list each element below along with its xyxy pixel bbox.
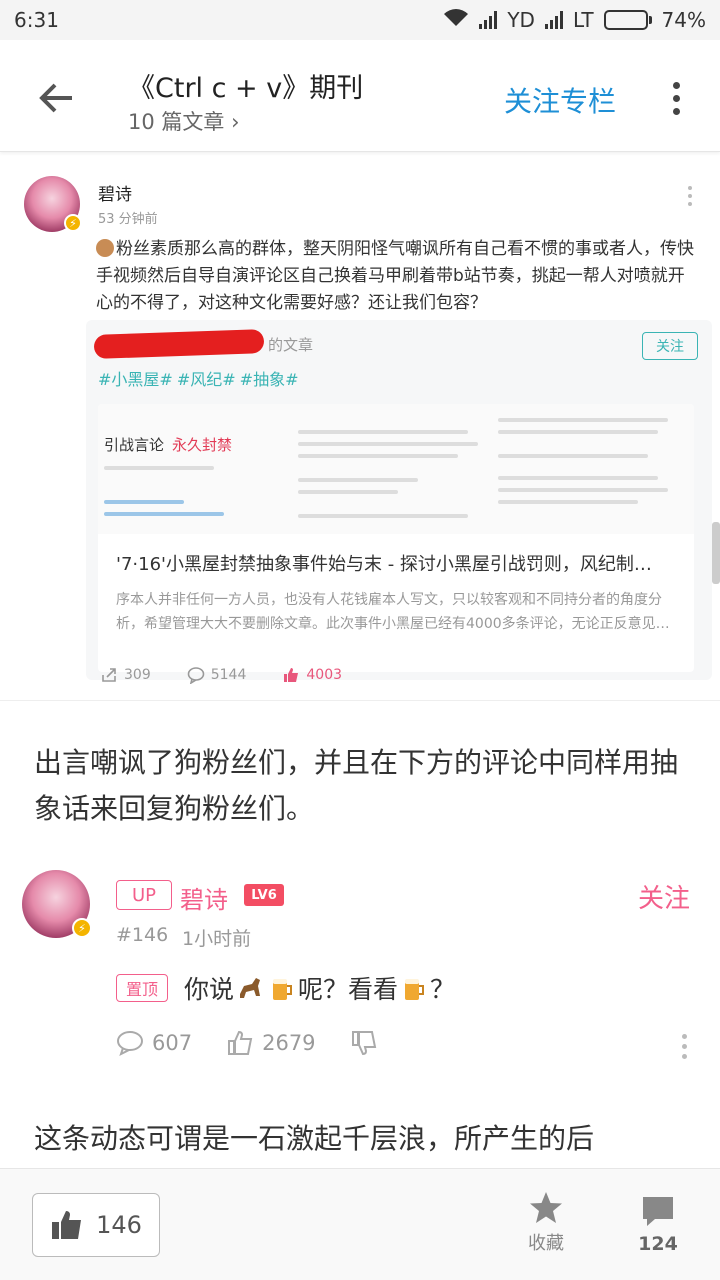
doge-emoji-icon	[96, 239, 114, 257]
verified-icon: ⚡	[72, 918, 92, 938]
card-article-desc: 序本人并非任何一方人员，也没有人花钱雇本人写文，只以较客观和不同持分者的角度分析…	[116, 592, 670, 632]
comment-avatar[interactable]: ⚡	[22, 870, 92, 938]
signal-icon	[479, 11, 498, 29]
card-article-title: '7·16'小黑屋封禁抽象事件始与末 - 探讨小黑屋引战罚则，风纪制…	[116, 554, 652, 575]
level-badge: LV6	[244, 884, 284, 906]
article-count: 10 篇文章	[128, 110, 225, 134]
signal-icon-2	[544, 11, 563, 29]
wifi-icon	[443, 8, 469, 33]
reply-count: 607	[152, 1031, 193, 1055]
battery-percent: 74%	[661, 8, 706, 32]
favorite-label: 收藏	[528, 1233, 564, 1254]
comment-like-action[interactable]: 2679	[226, 1030, 316, 1056]
comment-text-part: ？	[430, 975, 456, 1004]
article-thumbnail: 引战言论 永久封禁	[98, 404, 694, 534]
post-stats: 309 5144 4003	[100, 666, 378, 684]
divider	[0, 700, 720, 701]
thumbs-down-icon	[351, 1031, 376, 1056]
beer-emoji-icon	[405, 979, 425, 1000]
up-tag: UP	[116, 880, 172, 910]
thumbs-up-icon	[228, 1030, 253, 1055]
share-count: 309	[124, 667, 151, 683]
comment-icon	[643, 1197, 673, 1226]
comment-text-part: 你说	[184, 975, 235, 1004]
verified-icon: ⚡	[64, 214, 82, 232]
tag[interactable]: #风纪#	[177, 370, 236, 389]
app-header: 《Ctrl c + v》期刊 10 篇文章 › 关注专栏	[0, 40, 720, 152]
comment-icon	[187, 667, 205, 684]
card-tags: #小黑屋# #风纪# #抽象#	[98, 366, 302, 390]
column-title: 《Ctrl c + v》期刊	[128, 73, 364, 104]
carrier-1: YD	[507, 8, 535, 32]
tag[interactable]: #抽象#	[240, 370, 299, 389]
article-paragraph-2: 这条动态可谓是一石激起千层浪，所产生的后	[34, 1122, 595, 1155]
comments-count: 124	[638, 1233, 678, 1255]
chevron-right-icon: ›	[231, 110, 240, 134]
comment-dislike-action[interactable]	[350, 1030, 378, 1056]
carrier-2: LT	[572, 8, 594, 32]
comment-author[interactable]: 碧诗	[180, 880, 228, 915]
horse-emoji-icon	[240, 978, 261, 998]
pinned-tag: 置顶	[116, 974, 168, 1002]
post-more-icon[interactable]	[688, 186, 692, 206]
scrollbar[interactable]	[712, 522, 720, 584]
comment-follow-button[interactable]: 关注	[638, 878, 690, 915]
beer-emoji-icon	[273, 979, 293, 1000]
reply-icon	[117, 1031, 143, 1056]
post-time: 53 分钟前	[98, 212, 158, 227]
comment-actions: 607 2679	[116, 1030, 412, 1056]
back-arrow-icon[interactable]	[34, 76, 78, 120]
battery-icon	[603, 10, 652, 30]
redacted-author-blot	[93, 329, 265, 359]
article-card[interactable]: 的文章 关注 #小黑屋# #风纪# #抽象# 引战言论 永久封禁 '7·16'小…	[86, 320, 712, 680]
card-follow-button[interactable]: 关注	[642, 332, 698, 360]
like-count: 4003	[306, 667, 343, 683]
reply-action[interactable]: 607	[116, 1030, 192, 1056]
comment-more-icon[interactable]	[682, 1034, 687, 1059]
thumbnail-badge: 永久封禁	[172, 436, 233, 454]
comment-time: 1小时前	[182, 928, 252, 950]
article-count-link[interactable]: 10 篇文章 ›	[128, 106, 240, 136]
comment-text-part: 呢？看看	[298, 975, 399, 1004]
share-stat[interactable]: 309	[100, 666, 151, 684]
article-paragraph-1: 出言嘲讽了狗粉丝们，并且在下方的评论中同样用抽象话来回复狗粉丝们。	[34, 746, 679, 825]
thumbnail-title: 引战言论	[104, 436, 165, 454]
like-button[interactable]: 146	[32, 1193, 160, 1257]
article-like-count: 146	[96, 1211, 142, 1239]
comment-floor: #146	[116, 924, 169, 946]
star-icon	[530, 1192, 562, 1223]
thumbs-up-icon	[284, 668, 299, 682]
bottom-bar: 146 收藏 124	[0, 1168, 720, 1280]
card-article-preview[interactable]: 引战言论 永久封禁 '7·16'小黑屋封禁抽象事件始与末 - 探讨小黑屋引战罚则，…	[98, 404, 694, 672]
post-author[interactable]: 碧诗	[98, 180, 132, 205]
favorite-button[interactable]: 收藏	[518, 1191, 574, 1255]
embedded-post: ⚡ 碧诗 53 分钟前 粉丝素质那么高的群体，整天阴阳怪气嘲讽所有自己看不惯的事…	[0, 160, 720, 700]
avatar[interactable]: ⚡	[24, 176, 82, 232]
tag[interactable]: #小黑屋#	[98, 370, 173, 389]
status-bar: 6:31 YD LT 74%	[0, 0, 720, 40]
share-icon	[102, 668, 116, 682]
more-vertical-icon[interactable]	[664, 76, 688, 120]
like-stat[interactable]: 4003	[282, 666, 342, 684]
post-text: 粉丝素质那么高的群体，整天阴阳怪气嘲讽所有自己看不惯的事或者人，传快手视频然后自…	[96, 236, 700, 317]
follow-column-button[interactable]: 关注专栏	[504, 80, 616, 120]
comment-count: 5144	[210, 667, 247, 683]
status-time: 6:31	[14, 8, 59, 32]
thumbnail-heading: 引战言论 永久封禁	[104, 434, 232, 455]
comment-like-count: 2679	[262, 1031, 316, 1055]
thumbs-up-icon	[52, 1211, 82, 1239]
card-author-suffix: 的文章	[268, 336, 314, 354]
post-text-content: 粉丝素质那么高的群体，整天阴阳怪气嘲讽所有自己看不惯的事或者人，传快手视频然后自…	[96, 239, 694, 313]
comments-button[interactable]: 124	[630, 1195, 686, 1255]
comment-stat[interactable]: 5144	[187, 666, 247, 684]
comment-text: 你说 呢？看看 ？	[184, 970, 455, 1006]
